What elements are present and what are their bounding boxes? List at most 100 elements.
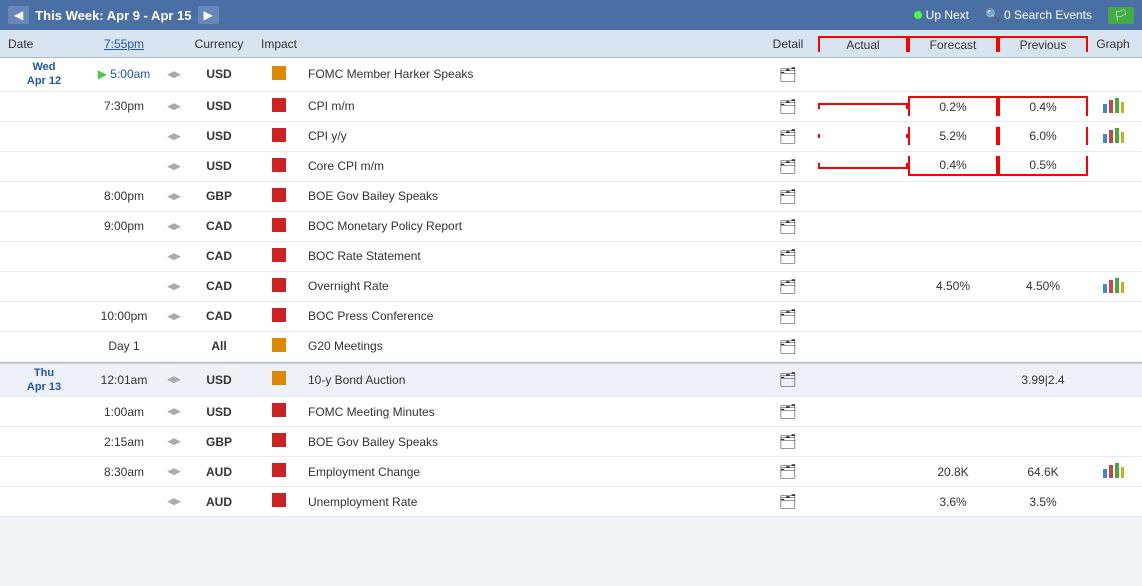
- event-name: Employment Change: [304, 465, 758, 479]
- table-row[interactable]: Wed Apr 12▶ 5:00am◀▶USDFOMC Member Harke…: [0, 58, 1142, 92]
- graph-cell[interactable]: [1088, 126, 1138, 147]
- previous-cell: 6.0%: [998, 127, 1088, 145]
- event-name: Overnight Rate: [304, 279, 758, 293]
- search-events-label: 0 Search Events: [1004, 8, 1092, 22]
- currency-cell: USD: [184, 129, 254, 143]
- folder-icon: 🗂: [779, 493, 797, 509]
- speaker-icon: ◀▶: [164, 281, 184, 292]
- table-row[interactable]: ◀▶USDCore CPI m/m🗂0.4%0.5%: [0, 152, 1142, 182]
- table-row[interactable]: 2:15am◀▶GBPBOE Gov Bailey Speaks🗂: [0, 427, 1142, 457]
- previous-cell: [998, 314, 1088, 318]
- time-cell: 7:30pm: [84, 99, 164, 113]
- folder-icon: 🗂: [779, 248, 797, 264]
- table-row[interactable]: 10:00pm◀▶CADBOC Press Conference🗂: [0, 302, 1142, 332]
- search-events-section[interactable]: 🔍 0 Search Events: [985, 8, 1092, 22]
- currency-cell: USD: [184, 159, 254, 173]
- actual-cell: [818, 344, 908, 348]
- table-row[interactable]: ◀▶CAD Overnight Rate 🗂 4.50%4.50%: [0, 272, 1142, 302]
- graph-cell[interactable]: [1088, 461, 1138, 482]
- col-forecast: Forecast: [908, 36, 998, 52]
- previous-cell: [998, 440, 1088, 444]
- speaker-icon: ◀▶: [164, 251, 184, 262]
- detail-cell[interactable]: 🗂: [758, 493, 818, 510]
- speaker-icon: ◀▶: [164, 466, 184, 477]
- events-table: Wed Apr 12▶ 5:00am◀▶USDFOMC Member Harke…: [0, 58, 1142, 517]
- event-name: CPI m/m: [304, 99, 758, 113]
- detail-cell[interactable]: 🗂: [758, 371, 818, 388]
- col-detail: Detail: [758, 37, 818, 51]
- forecast-cell: [908, 314, 998, 318]
- next-week-button[interactable]: ▶: [198, 6, 219, 24]
- bar-chart-icon: [1102, 126, 1124, 144]
- impact-cell: [254, 158, 304, 175]
- table-row[interactable]: 8:30am◀▶AUDEmployment Change🗂20.8K64.6K: [0, 457, 1142, 487]
- currency-cell: GBP: [184, 189, 254, 203]
- table-row[interactable]: Thu Apr 1312:01am◀▶USD10-y Bond Auction🗂…: [0, 364, 1142, 398]
- table-row[interactable]: Day 1AllG20 Meetings🗂: [0, 332, 1142, 362]
- folder-icon: 🗂: [779, 66, 797, 82]
- impact-cell: [254, 66, 304, 83]
- folder-icon: 🗂: [779, 278, 797, 294]
- table-row[interactable]: 8:00pm◀▶GBPBOE Gov Bailey Speaks🗂: [0, 182, 1142, 212]
- column-headers: Date 7:55pm Currency Impact Detail Actua…: [0, 30, 1142, 58]
- previous-cell: 4.50%: [998, 277, 1088, 295]
- detail-cell[interactable]: 🗂: [758, 338, 818, 355]
- table-row[interactable]: 7:30pm◀▶USDCPI m/m🗂0.2%0.4%: [0, 92, 1142, 122]
- impact-cell: [254, 308, 304, 325]
- table-row[interactable]: 9:00pm◀▶CADBOC Monetary Policy Report🗂: [0, 212, 1142, 242]
- detail-cell[interactable]: 🗂: [758, 188, 818, 205]
- event-name: Unemployment Rate: [304, 495, 758, 509]
- impact-cell: [254, 433, 304, 450]
- previous-cell: [998, 194, 1088, 198]
- detail-cell[interactable]: 🗂: [758, 158, 818, 175]
- folder-icon: 🗂: [779, 308, 797, 324]
- time-cell: Day 1: [84, 339, 164, 353]
- folder-icon: 🗂: [779, 128, 797, 144]
- previous-cell: [998, 344, 1088, 348]
- top-bar-right: Up Next 🔍 0 Search Events 🏳: [914, 7, 1134, 24]
- table-row[interactable]: ◀▶USDCPI y/y🗂5.2%6.0%: [0, 122, 1142, 152]
- detail-cell[interactable]: 🗂: [758, 218, 818, 235]
- flag-icon[interactable]: 🏳: [1108, 7, 1134, 24]
- currency-cell: CAD: [184, 309, 254, 323]
- actual-cell: [818, 163, 908, 169]
- detail-cell[interactable]: 🗂: [758, 308, 818, 325]
- event-name: 10-y Bond Auction: [304, 373, 758, 387]
- folder-icon: 🗂: [779, 188, 797, 204]
- impact-cell: [254, 188, 304, 205]
- event-name: FOMC Meeting Minutes: [304, 405, 758, 419]
- time-cell: 8:30am: [84, 465, 164, 479]
- col-impact: Impact: [254, 37, 304, 51]
- actual-cell: [818, 194, 908, 198]
- forecast-cell: 5.2%: [908, 127, 998, 145]
- previous-cell: 3.99|2.4: [998, 371, 1088, 389]
- detail-cell[interactable]: 🗂: [758, 403, 818, 420]
- detail-cell[interactable]: 🗂: [758, 463, 818, 480]
- col-time[interactable]: 7:55pm: [84, 37, 164, 51]
- detail-cell[interactable]: 🗂: [758, 128, 818, 145]
- folder-icon: 🗂: [779, 158, 797, 174]
- detail-cell[interactable]: 🗂: [758, 278, 818, 295]
- table-row[interactable]: 1:00am◀▶USDFOMC Meeting Minutes🗂: [0, 397, 1142, 427]
- table-row[interactable]: ◀▶AUDUnemployment Rate🗂3.6%3.5%: [0, 487, 1142, 517]
- previous-cell: 0.5%: [998, 156, 1088, 176]
- week-navigation: ◀ This Week: Apr 9 - Apr 15 ▶: [8, 6, 219, 24]
- table-row[interactable]: ◀▶CADBOC Rate Statement🗂: [0, 242, 1142, 272]
- folder-icon: 🗂: [779, 403, 797, 419]
- actual-cell: [818, 103, 908, 109]
- graph-cell[interactable]: [1088, 96, 1138, 117]
- detail-cell[interactable]: 🗂: [758, 433, 818, 450]
- forecast-cell: 4.50%: [908, 277, 998, 295]
- graph-cell[interactable]: [1088, 276, 1138, 297]
- col-actual: Actual: [818, 36, 908, 52]
- detail-cell[interactable]: 🗂: [758, 66, 818, 83]
- currency-cell: CAD: [184, 279, 254, 293]
- actual-cell: [818, 224, 908, 228]
- prev-week-button[interactable]: ◀: [8, 6, 29, 24]
- detail-cell[interactable]: 🗂: [758, 98, 818, 115]
- up-next-section[interactable]: Up Next: [914, 8, 969, 22]
- detail-cell[interactable]: 🗂: [758, 248, 818, 265]
- forecast-cell: [908, 410, 998, 414]
- speaker-icon: ◀▶: [164, 101, 184, 112]
- currency-cell: USD: [184, 405, 254, 419]
